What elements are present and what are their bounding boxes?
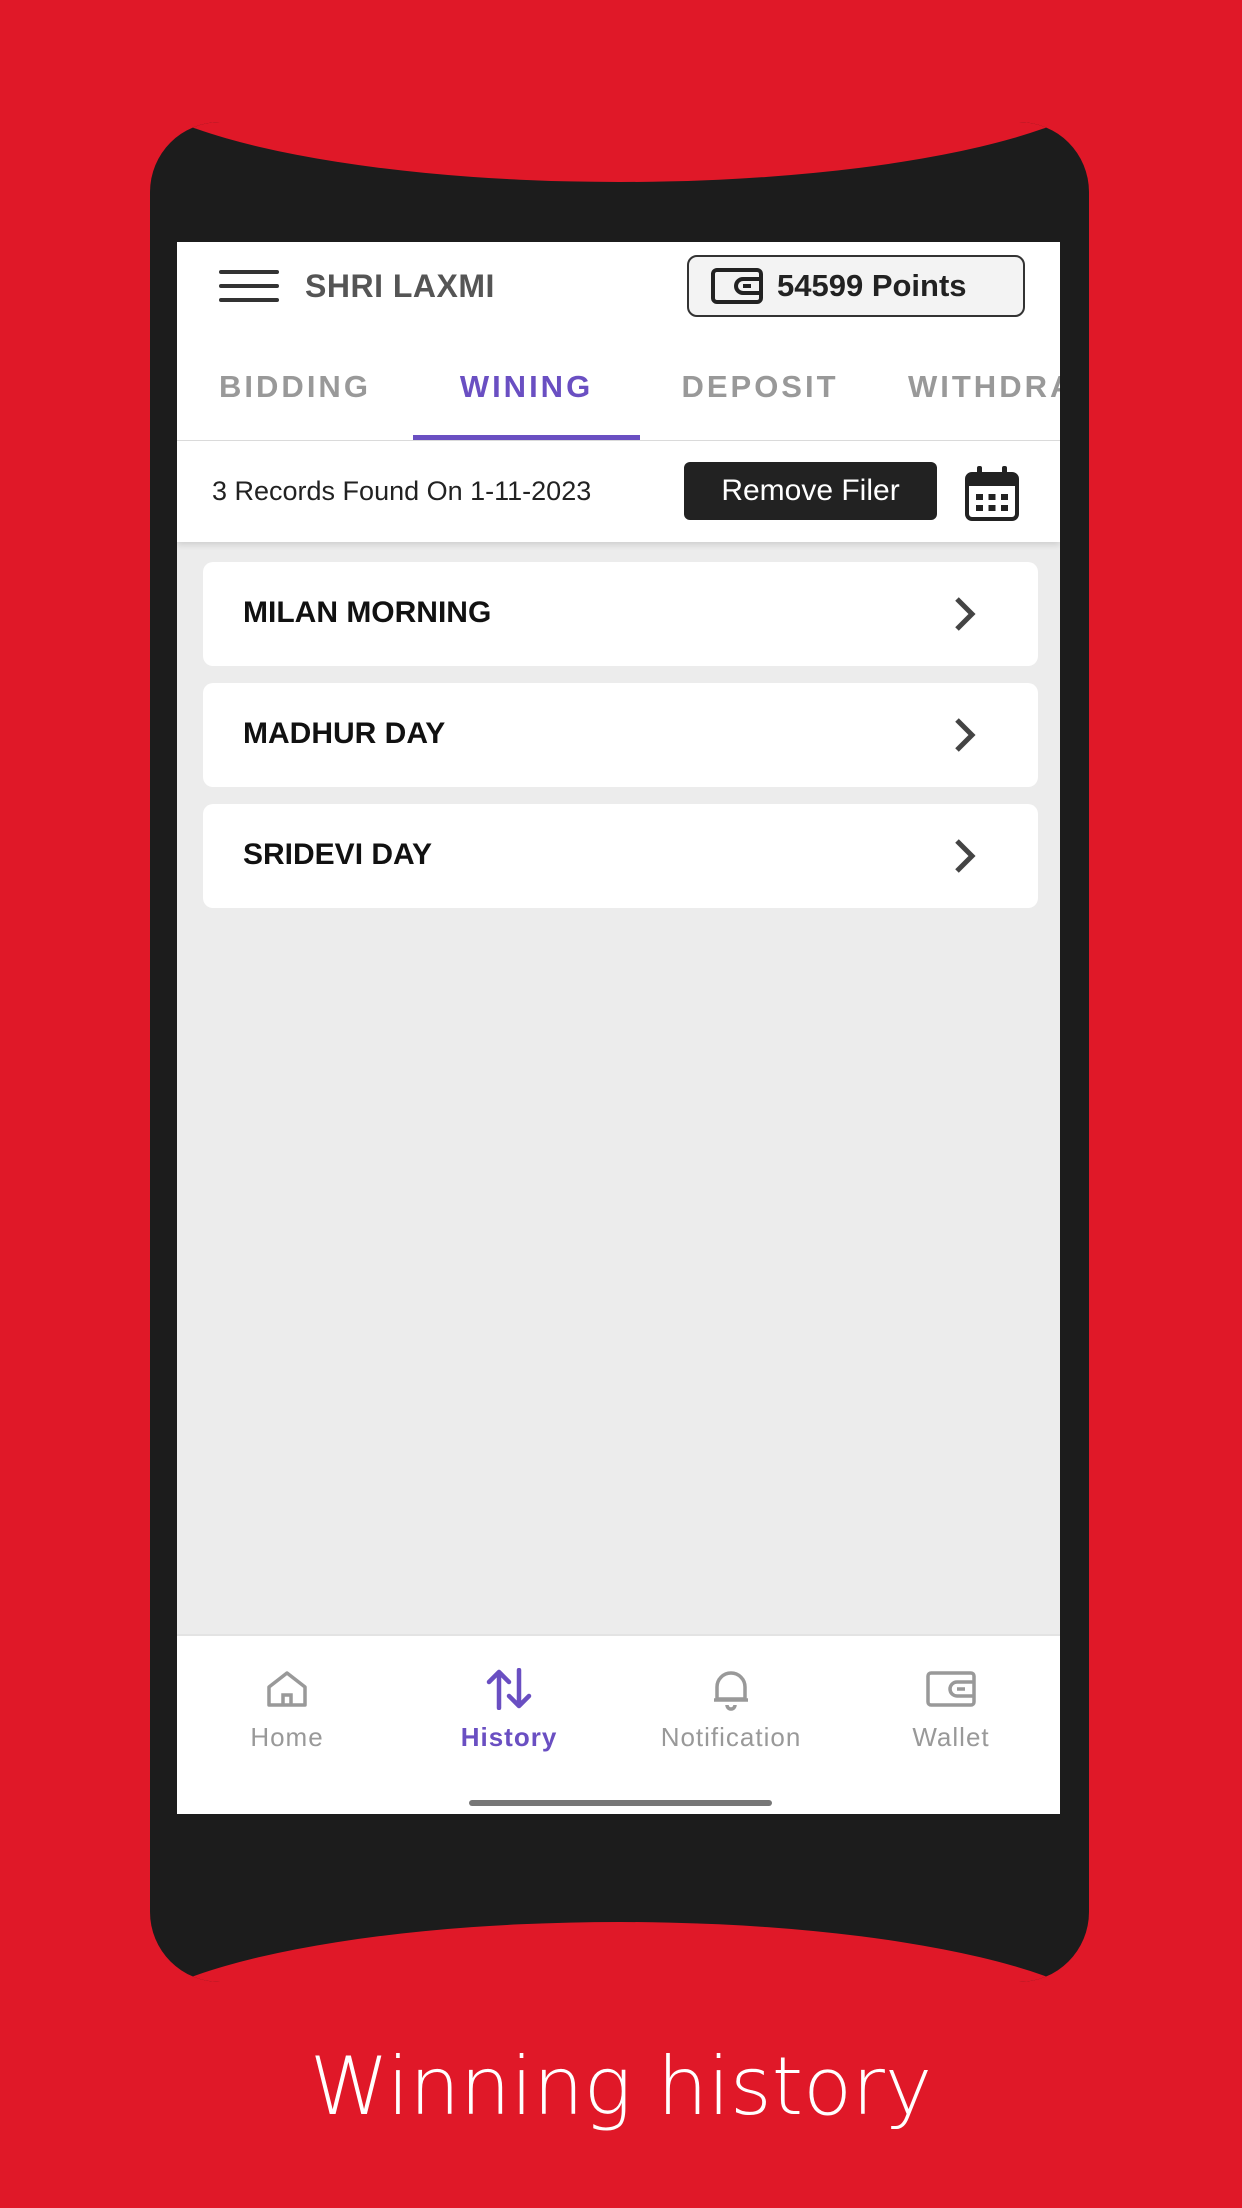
bottom-nav: Home History Notification Wallet <box>177 1634 1060 1814</box>
app-title: SHRI LAXMI <box>305 268 495 304</box>
list-item-label: SRIDEVI DAY <box>243 838 432 871</box>
nav-history-label: History <box>460 1722 558 1752</box>
chevron-right-icon <box>955 839 976 873</box>
divider <box>177 440 1060 441</box>
nav-history[interactable]: History <box>399 1666 619 1753</box>
history-icon <box>486 1668 532 1710</box>
chevron-right-icon <box>955 718 976 752</box>
home-icon <box>267 1671 307 1707</box>
app-screen: SHRI LAXMI 54599 Points BIDDING WINING D… <box>177 242 1060 1814</box>
wallet-icon <box>711 268 763 304</box>
caption: Winning history <box>309 2040 933 2133</box>
tab-withdraw[interactable]: WITHDRAW <box>880 342 1060 440</box>
tab-deposit[interactable]: DEPOSIT <box>640 342 880 440</box>
list-item-label: MADHUR DAY <box>243 717 446 750</box>
filter-row: 3 Records Found On 1-11-2023 Remove File… <box>177 442 1060 542</box>
remove-filter-button[interactable]: Remove Filer <box>684 462 937 520</box>
app-bar: SHRI LAXMI 54599 Points BIDDING WINING D… <box>177 242 1060 542</box>
home-indicator <box>469 1800 772 1806</box>
nav-home[interactable]: Home <box>177 1666 397 1753</box>
nav-notification-label: Notification <box>660 1722 802 1752</box>
list-item-label: MILAN MORNING <box>243 596 492 629</box>
records-count: 3 Records Found On 1-11-2023 <box>212 476 592 506</box>
list-item[interactable]: MILAN MORNING <box>203 562 1038 666</box>
list-item[interactable]: MADHUR DAY <box>203 683 1038 787</box>
tab-bar: BIDDING WINING DEPOSIT WITHDRAW <box>177 342 1060 440</box>
calendar-icon[interactable] <box>964 466 1020 522</box>
bell-icon <box>714 1671 748 1711</box>
points-button[interactable]: 54599 Points <box>687 255 1025 317</box>
menu-icon[interactable] <box>219 270 279 314</box>
nav-wallet-label: Wallet <box>912 1722 990 1752</box>
game-list: MILAN MORNING MADHUR DAY SRIDEVI DAY <box>203 562 1038 925</box>
list-item[interactable]: SRIDEVI DAY <box>203 804 1038 908</box>
nav-notification[interactable]: Notification <box>621 1666 841 1753</box>
tab-bidding[interactable]: BIDDING <box>177 342 413 440</box>
nav-home-label: Home <box>250 1722 324 1752</box>
tab-wining[interactable]: WINING <box>413 342 640 440</box>
chevron-right-icon <box>955 597 976 631</box>
nav-wallet[interactable]: Wallet <box>841 1666 1060 1753</box>
wallet-icon <box>926 1671 976 1707</box>
points-value: 54599 Points <box>777 268 967 303</box>
